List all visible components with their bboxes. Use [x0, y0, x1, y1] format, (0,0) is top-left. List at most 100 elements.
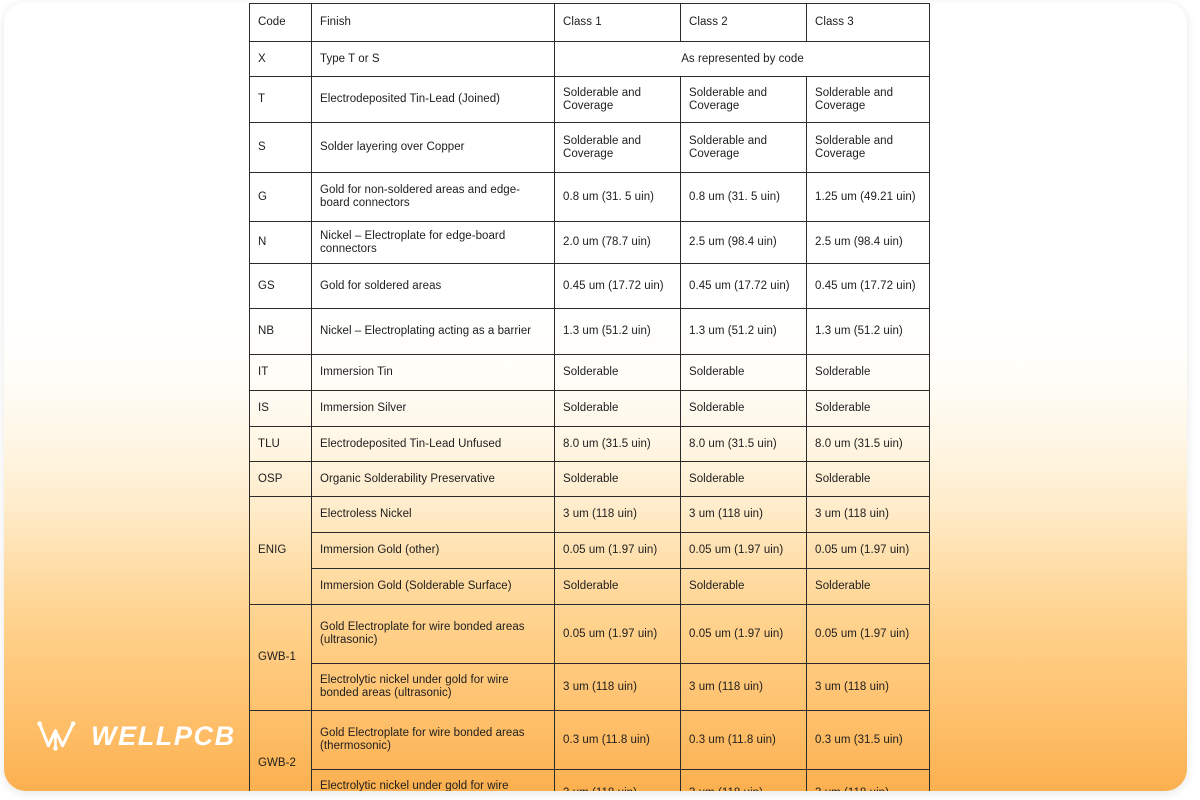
cell-class3: 3 um (118 uin): [806, 769, 930, 791]
table-row: S Solder layering over Copper Solderable…: [249, 122, 930, 173]
cell-code-gwb2: GWB-2: [249, 710, 312, 791]
cell-class2: 0.8 um (31. 5 uin): [680, 172, 807, 222]
table-row: Electrolytic nickel under gold for wire …: [250, 769, 930, 791]
table-row: ENIG Electroless Nickel 3 um (118 uin) 3…: [249, 496, 930, 605]
cell-finish: Gold for non-soldered areas and edge-boa…: [311, 172, 555, 222]
cell-class2: 0.3 um (11.8 uin): [680, 710, 807, 770]
cell-finish: Immersion Tin: [311, 354, 555, 391]
cell-class2: 3 um (118 uin): [680, 769, 807, 791]
cell-class2: Solderable and Coverage: [680, 122, 807, 173]
cell-class2: Solderable and Coverage: [680, 76, 807, 123]
table-row: N Nickel – Electroplate for edge-board c…: [249, 221, 930, 264]
cell-class3: 3 um (118 uin): [806, 496, 930, 533]
cell-finish: Gold Electroplate for wire bonded areas …: [311, 710, 555, 770]
cell-class2: 0.05 um (1.97 uin): [680, 604, 807, 664]
table-row: X Type T or S As represented by code: [249, 41, 930, 77]
cell-finish: Electrodeposited Tin-Lead Unfused: [311, 426, 555, 462]
table-row: GWB-2 Gold Electroplate for wire bonded …: [249, 710, 930, 791]
cell-class3: Solderable: [806, 461, 930, 497]
cell-finish: Gold Electroplate for wire bonded areas …: [311, 604, 555, 664]
cell-class2: Solderable: [680, 390, 807, 427]
table-row: GWB-1 Gold Electroplate for wire bonded …: [249, 604, 930, 711]
column-header-finish: Finish: [311, 3, 555, 42]
table-row: G Gold for non-soldered areas and edge-b…: [249, 172, 930, 222]
table-row: TLU Electrodeposited Tin-Lead Unfused 8.…: [249, 426, 930, 462]
table-row: IT Immersion Tin Solderable Solderable S…: [249, 354, 930, 391]
cell-class3: 8.0 um (31.5 uin): [806, 426, 930, 462]
cell-class3: 0.3 um (31.5 uin): [806, 710, 930, 770]
cell-class2: 0.45 um (17.72 uin): [680, 263, 807, 309]
table-row: OSP Organic Solderability Preservative S…: [249, 461, 930, 497]
cell-class1: 3 um (118 uin): [554, 769, 681, 791]
cell-class1: 0.3 um (11.8 uin): [554, 710, 681, 770]
table-row: Electrolytic nickel under gold for wire …: [250, 663, 930, 711]
cell-finish: Nickel – Electroplate for edge-board con…: [311, 221, 555, 264]
cell-class3: Solderable: [806, 390, 930, 427]
cell-class1: Solderable: [554, 568, 681, 605]
cell-class1: 2.0 um (78.7 uin): [554, 221, 681, 264]
cell-class3: 1.25 um (49.21 uin): [806, 172, 930, 222]
cell-class2: 3 um (118 uin): [680, 663, 807, 711]
table-row: T Electrodeposited Tin-Lead (Joined) Sol…: [249, 76, 930, 123]
cell-class1: 0.05 um (1.97 uin): [554, 604, 681, 664]
cell-code: S: [249, 122, 312, 173]
cell-class1: Solderable: [554, 354, 681, 391]
cell-code-gwb1: GWB-1: [249, 604, 312, 711]
table-row: NB Nickel – Electroplating acting as a b…: [249, 308, 930, 355]
cell-class3: 0.05 um (1.97 uin): [806, 604, 930, 664]
column-header-class1: Class 1: [554, 3, 681, 42]
cell-class1: Solderable: [554, 461, 681, 497]
cell-finish: Electroless Nickel: [311, 496, 555, 533]
cell-code: T: [249, 76, 312, 123]
cell-code: IT: [249, 354, 312, 391]
cell-class1: Solderable: [554, 390, 681, 427]
cell-class2: Solderable: [680, 461, 807, 497]
cell-class1: Solderable and Coverage: [554, 122, 681, 173]
table-row: IS Immersion Silver Solderable Solderabl…: [249, 390, 930, 427]
cell-finish: Electrolytic nickel under gold for wire …: [311, 769, 555, 791]
document-card: Code Finish Class 1 Class 2 Class 3 X Ty…: [4, 2, 1187, 791]
cell-code: N: [249, 221, 312, 264]
cell-class2: 0.05 um (1.97 uin): [680, 532, 807, 569]
cell-class1: 3 um (118 uin): [554, 496, 681, 533]
spec-table-container: Code Finish Class 1 Class 2 Class 3 X Ty…: [249, 3, 930, 791]
cell-class3: Solderable: [806, 354, 930, 391]
cell-finish: Type T or S: [311, 41, 555, 77]
cell-class3: 2.5 um (98.4 uin): [806, 221, 930, 264]
cell-class3: Solderable: [806, 568, 930, 605]
cell-class3: 0.05 um (1.97 uin): [806, 532, 930, 569]
cell-code: TLU: [249, 426, 312, 462]
cell-class3: 1.3 um (51.2 uin): [806, 308, 930, 355]
cell-finish: Immersion Silver: [311, 390, 555, 427]
cell-finish: Immersion Gold (other): [311, 532, 555, 569]
cell-code: IS: [249, 390, 312, 427]
cell-code: X: [249, 41, 312, 77]
cell-finish: Electrodeposited Tin-Lead (Joined): [311, 76, 555, 123]
cell-code: G: [249, 172, 312, 222]
cell-finish: Nickel – Electroplating acting as a barr…: [311, 308, 555, 355]
cell-finish: Solder layering over Copper: [311, 122, 555, 173]
cell-class1: 1.3 um (51.2 uin): [554, 308, 681, 355]
wellpcb-w-mark-icon: [37, 721, 76, 751]
cell-class1: 0.05 um (1.97 uin): [554, 532, 681, 569]
cell-spanned-note: As represented by code: [554, 41, 930, 77]
cell-class1: 8.0 um (31.5 uin): [554, 426, 681, 462]
cell-finish: Organic Solderability Preservative: [311, 461, 555, 497]
pcb-finish-spec-table: Code Finish Class 1 Class 2 Class 3 X Ty…: [249, 3, 930, 791]
cell-class1: 0.45 um (17.72 uin): [554, 263, 681, 309]
brand-wordmark: WELLPCB: [91, 720, 236, 751]
column-header-code: Code: [249, 3, 312, 42]
table-row: GS Gold for soldered areas 0.45 um (17.7…: [249, 263, 930, 309]
table-row: Immersion Gold (other) 0.05 um (1.97 uin…: [250, 532, 930, 569]
table-header-row: Code Finish Class 1 Class 2 Class 3: [249, 3, 930, 42]
cell-class2: 8.0 um (31.5 uin): [680, 426, 807, 462]
cell-code: NB: [249, 308, 312, 355]
cell-class2: 1.3 um (51.2 uin): [680, 308, 807, 355]
column-header-class3: Class 3: [806, 3, 930, 42]
table-row: Immersion Gold (Solderable Surface) Sold…: [250, 568, 930, 605]
cell-code-enig: ENIG: [249, 496, 312, 605]
cell-code: GS: [249, 263, 312, 309]
column-header-class2: Class 2: [680, 3, 807, 42]
cell-finish: Immersion Gold (Solderable Surface): [311, 568, 555, 605]
cell-class1: 3 um (118 uin): [554, 663, 681, 711]
